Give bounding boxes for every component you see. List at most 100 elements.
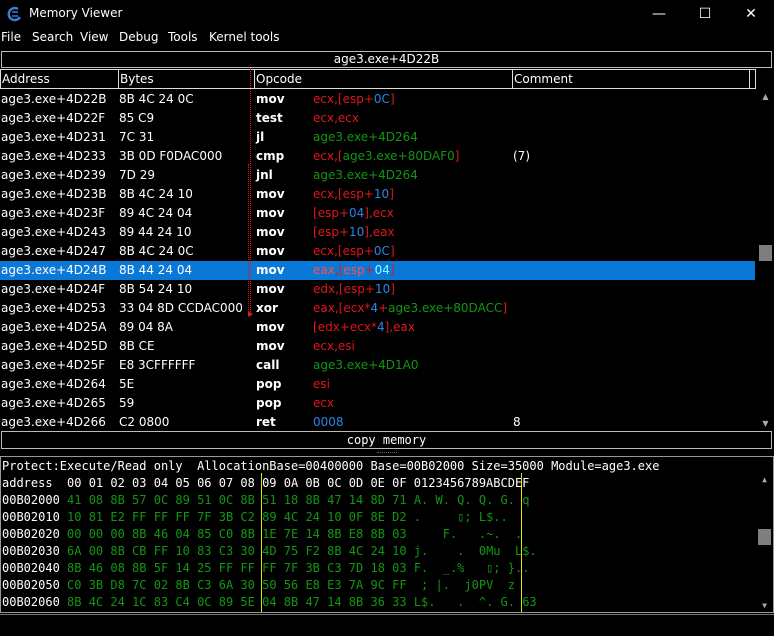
hex-line[interactable]: 00B02060 8B 4C 24 1C 83 C4 0C 89 5E 04 8…: [2, 594, 537, 611]
jump-line-icon: [248, 164, 249, 316]
disasm-row[interactable]: age3.exe+4D266 C2 0800 ret 0008 8: [0, 413, 755, 431]
menu-tools[interactable]: Tools: [168, 30, 198, 44]
row-opcode: xor: [256, 301, 278, 315]
operand-token: ]: [389, 92, 395, 106]
row-address: age3.exe+4D243: [1, 225, 106, 239]
scroll-up-icon[interactable]: ▲: [756, 473, 773, 487]
hex-region-info: Protect:Execute/Read only AllocationBase…: [2, 459, 660, 473]
disasm-row[interactable]: age3.exe+4D22F 85 C9 test ecx,ecx: [0, 109, 755, 128]
menu-view[interactable]: View: [80, 30, 108, 44]
hex-ascii: L$. . ^. G. 63: [413, 595, 537, 609]
column-opcode[interactable]: Opcode: [254, 69, 513, 89]
disasm-row[interactable]: age3.exe+4D247 8B 4C 24 0C mov ecx,[esp+0C]: [0, 242, 755, 261]
operand-token: +: [363, 92, 374, 106]
scroll-thumb[interactable]: [759, 245, 772, 261]
disasm-row[interactable]: age3.exe+4D25A 89 04 8A mov [edx+ecx*4],eax: [0, 318, 755, 337]
splitter-grip-icon[interactable]: [377, 452, 397, 454]
row-operands: age3.exe+4D264: [313, 128, 418, 147]
operand-token: ],: [364, 206, 373, 220]
row-bytes: 5E: [119, 377, 135, 391]
row-address: age3.exe+4D25A: [1, 320, 107, 334]
operand-token: ecx: [337, 111, 360, 125]
disasm-row[interactable]: age3.exe+4D233 3B 0D F0DAC000 cmp ecx,[age3…: [0, 147, 755, 166]
disasm-row[interactable]: age3.exe+4D23F 89 4C 24 04 mov [esp+04],ecx: [0, 204, 755, 223]
disasm-row[interactable]: age3.exe+4D243 89 44 24 10 mov [esp+10],eax: [0, 223, 755, 242]
menu-search[interactable]: Search: [32, 30, 73, 44]
hex-line[interactable]: 00B02000 41 08 8B 57 0C 89 51 0C 8B 51 1…: [2, 492, 529, 509]
column-address[interactable]: Address: [0, 69, 119, 89]
row-operands: eax,[ecx*4+age3.exe+80DACC]: [313, 299, 507, 318]
disasm-row[interactable]: age3.exe+4D25F E8 3CFFFFFF call age3.exe+4D…: [0, 356, 755, 375]
copy-memory-bar[interactable]: copy memory: [1, 431, 772, 449]
operand-token: 0008: [313, 415, 344, 429]
menu-debug[interactable]: Debug: [119, 30, 158, 44]
row-operands: eax,[esp+04]: [313, 261, 395, 280]
row-operands: ecx,[age3.exe+80DAF0]: [313, 147, 459, 166]
disasm-row[interactable]: age3.exe+4D24B 8B 44 24 04 mov eax,[esp+04]: [0, 261, 755, 280]
operand-token: ]: [390, 282, 395, 296]
minimize-button[interactable]: —: [636, 0, 682, 28]
row-operands: esi: [313, 375, 330, 394]
hex-address: 00B02030: [2, 544, 60, 558]
scroll-down-icon[interactable]: ▼: [757, 417, 774, 431]
row-operands: ecx,[esp+10]: [313, 185, 394, 204]
column-bytes[interactable]: Bytes: [118, 69, 255, 89]
operand-token: age3.exe+4D264: [313, 130, 418, 144]
close-button[interactable]: ✕: [728, 0, 774, 28]
hex-address: 00B02060: [2, 595, 60, 609]
operand-token: ]: [389, 187, 394, 201]
disassembler-rows[interactable]: age3.exe+4D22B 8B 4C 24 0C mov ecx,[esp+0C]…: [0, 90, 755, 431]
disasm-row[interactable]: age3.exe+4D24F 8B 54 24 10 mov edx,[esp+10]: [0, 280, 755, 299]
row-opcode: mov: [256, 92, 285, 106]
row-opcode: pop: [256, 377, 282, 391]
hex-line[interactable]: 00B02010 10 81 E2 FF FF FF 7F 3B C2 89 4…: [2, 509, 515, 526]
disasm-row[interactable]: age3.exe+4D239 7D 29 jnl age3.exe+4D264: [0, 166, 755, 185]
hex-ascii: ; |. j0PV z: [413, 578, 530, 592]
disasm-row[interactable]: age3.exe+4D253 33 04 8D CCDAC000 xor eax,[e…: [0, 299, 755, 318]
hex-line[interactable]: 00B02070 D2 85 C0 7E 76 8B E8 FF FF FF 8…: [2, 611, 515, 612]
operand-token: eax: [372, 225, 395, 239]
column-comment[interactable]: Comment: [512, 69, 750, 89]
row-opcode: mov: [256, 206, 285, 220]
disasm-row[interactable]: age3.exe+4D264 5E pop esi: [0, 375, 755, 394]
row-opcode: mov: [256, 339, 285, 353]
disasm-row[interactable]: age3.exe+4D22B 8B 4C 24 0C mov ecx,[esp+0C]: [0, 90, 755, 109]
operand-token: ecx: [343, 301, 365, 315]
row-operands: ecx: [313, 394, 334, 413]
hex-line[interactable]: 00B02020 00 00 00 8B 46 04 85 C0 8B 1E 7…: [2, 526, 522, 543]
scroll-thumb[interactable]: [758, 529, 771, 545]
operand-token: ecx: [313, 187, 335, 201]
hex-bytes: 8B 46 08 8B 5F 14 25 FF FF FF 7F 3B C3 7…: [67, 561, 407, 575]
operand-token: ,[: [334, 92, 343, 106]
hex-line[interactable]: 00B02040 8B 46 08 8B 5F 14 25 FF FF FF 7…: [2, 560, 529, 577]
hex-scrollbar[interactable]: ▲ ▼: [756, 473, 773, 612]
scroll-up-icon[interactable]: ▲: [757, 90, 774, 104]
menu-file[interactable]: File: [1, 30, 21, 44]
row-bytes: 33 04 8D CCDAC000: [119, 301, 243, 315]
disasm-row[interactable]: age3.exe+4D23B 8B 4C 24 10 mov ecx,[esp+10]: [0, 185, 755, 204]
disasm-scrollbar[interactable]: ▲ ▼: [757, 90, 774, 431]
disasm-row[interactable]: age3.exe+4D265 59 pop ecx: [0, 394, 755, 413]
jump-arrow-icon: [248, 311, 253, 317]
operand-token: ],: [384, 320, 394, 334]
hex-line[interactable]: 00B02030 6A 00 8B CB FF 10 83 C3 30 4D 7…: [2, 543, 537, 560]
disassembler-view[interactable]: Address Bytes Opcode Comment age3.exe+4D…: [0, 69, 774, 431]
disasm-row[interactable]: age3.exe+4D25D 8B CE mov ecx,esi: [0, 337, 755, 356]
operand-token: ,[: [335, 282, 344, 296]
row-bytes: 8B 54 24 10: [119, 282, 193, 296]
menu-kernel-tools[interactable]: Kernel tools: [209, 30, 280, 44]
operand-token: +: [338, 206, 350, 220]
scroll-down-icon[interactable]: ▼: [756, 599, 773, 612]
hex-view[interactable]: Protect:Execute/Read only AllocationBase…: [0, 456, 774, 613]
current-address-bar[interactable]: age3.exe+4D22B: [1, 51, 772, 68]
row-address: age3.exe+4D24F: [1, 282, 106, 296]
row-bytes: 85 C9: [119, 111, 155, 125]
operand-token: 4: [376, 320, 385, 334]
row-opcode: mov: [256, 282, 285, 296]
row-address: age3.exe+4D23F: [1, 206, 106, 220]
disasm-row[interactable]: age3.exe+4D231 7C 31 jl age3.exe+4D264: [0, 128, 755, 147]
operand-token: age3.exe+4D264: [313, 168, 418, 182]
operand-token: ecx: [313, 149, 335, 163]
maximize-button[interactable]: ☐: [682, 0, 728, 28]
hex-line[interactable]: 00B02050 C0 3B D8 7C 02 8B C3 6A 30 50 5…: [2, 577, 529, 594]
